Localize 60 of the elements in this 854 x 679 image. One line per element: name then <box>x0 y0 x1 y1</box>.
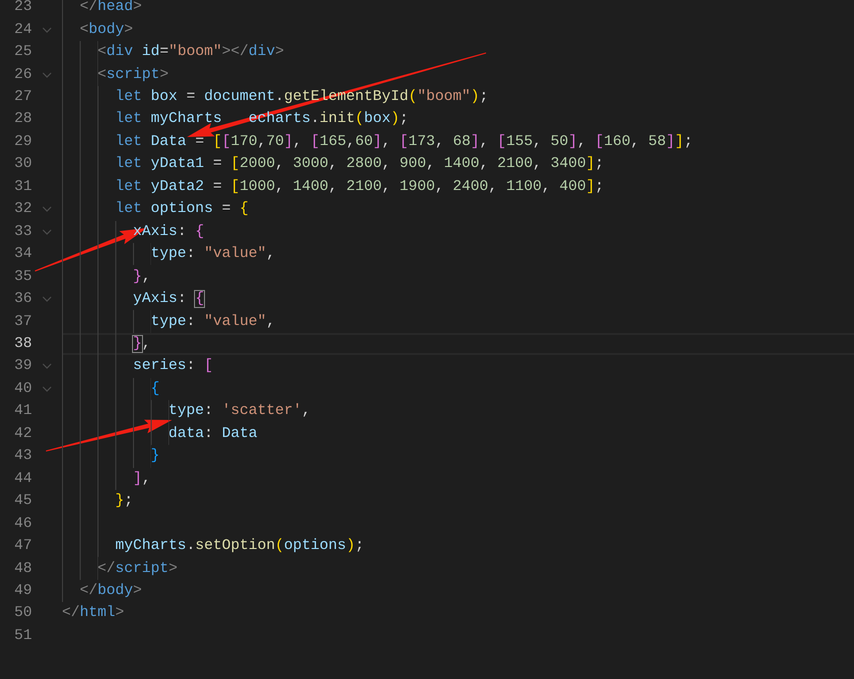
line-number: 41 <box>13 403 32 420</box>
line-number: 47 <box>13 538 32 554</box>
code-line: } <box>150 448 160 464</box>
line-number: 31 <box>13 178 32 195</box>
line-number: 26 <box>13 66 32 83</box>
line-number: 50 <box>13 605 32 622</box>
code-line: yAxis: { <box>133 291 204 308</box>
fold-chevron-icon[interactable] <box>42 206 52 212</box>
line-number: 33 <box>13 224 32 240</box>
code-line: </body> <box>80 583 142 599</box>
fold-chevron-icon[interactable] <box>42 386 52 392</box>
fold-chevron-icon[interactable] <box>42 72 52 78</box>
line-number: 28 <box>13 111 32 128</box>
code-line: let myCharts echarts.init(box); <box>115 111 408 128</box>
line-number: 23 <box>13 0 32 16</box>
line-number: 51 <box>13 628 32 644</box>
code-line: data: Data <box>168 426 258 442</box>
line-number: 36 <box>13 291 32 308</box>
line-number: 37 <box>13 314 32 330</box>
line-number: 43 <box>13 448 32 464</box>
code-line: let yData2 = [1000, 1400, 2100, 1900, 2400, 1100, 400]; <box>115 178 604 195</box>
code-line: let yData1 = [2000, 3000, 2800, 900, 1400, 2100, 3400]; <box>115 156 604 172</box>
code-line: <script> <box>98 66 169 83</box>
fold-chevron-icon[interactable] <box>42 296 52 302</box>
code-line: type: "value", <box>150 246 276 262</box>
line-number: 29 <box>13 134 32 150</box>
code-line: myCharts.setOption(options); <box>115 538 364 554</box>
fold-chevron-icon[interactable] <box>42 363 52 370</box>
line-number: 44 <box>13 470 32 487</box>
line-number: 27 <box>13 89 32 106</box>
code-line: }, <box>133 268 151 285</box>
code-line: <div id="boom"></div> <box>98 44 284 60</box>
line-number: 35 <box>13 268 32 285</box>
line-number: 45 <box>13 493 32 510</box>
code-line: series: [ <box>133 358 213 374</box>
line-number: 38 <box>13 336 32 352</box>
fold-chevron-icon[interactable] <box>42 228 52 235</box>
line-number: 40 <box>13 380 32 397</box>
line-number: 46 <box>13 516 32 532</box>
code-line: type: 'scatter', <box>168 403 311 420</box>
code-line: let Data = [[170,70], [165,60], [173, 68], [155, 50], [160, 58]]; <box>115 134 693 150</box>
line-number: 42 <box>13 426 32 442</box>
line-number: 49 <box>13 583 32 599</box>
code-line: { <box>150 380 160 397</box>
code-line: </script> <box>98 560 178 577</box>
line-number: 25 <box>13 44 32 60</box>
code-line: }, <box>133 336 151 352</box>
code-line: </html> <box>62 605 124 622</box>
line-number: 48 <box>13 560 32 577</box>
line-number: 24 <box>13 22 32 38</box>
line-number: 39 <box>13 358 32 374</box>
code-line: }; <box>115 493 134 510</box>
line-number: 34 <box>13 246 32 262</box>
code-line: type: "value", <box>150 314 276 330</box>
code-line: ], <box>133 470 151 487</box>
line-number: 30 <box>13 156 32 172</box>
line-number: 32 <box>13 201 32 218</box>
code-line: let options = { <box>115 201 248 218</box>
fold-chevron-icon[interactable] <box>42 26 52 33</box>
code-line: <body> <box>80 22 134 38</box>
